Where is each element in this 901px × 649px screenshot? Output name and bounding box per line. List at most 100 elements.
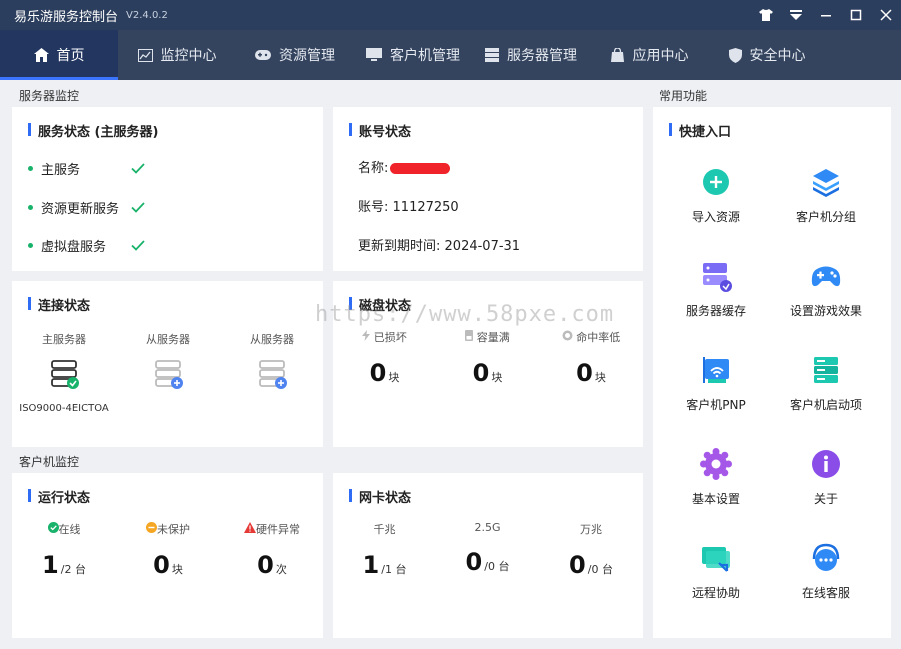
tab-home[interactable]: 首页 — [0, 30, 118, 80]
redacted-name — [390, 163, 451, 174]
quick-server-cache[interactable]: 服务器缓存 — [661, 259, 771, 319]
menu-dropdown-icon[interactable] — [781, 0, 811, 30]
quick-client-startup[interactable]: 客户机启动项 — [771, 353, 881, 413]
disk-full-icon — [465, 330, 474, 341]
quick-entry-card: 快捷入口 导入资源 客户机分组 服务器缓存 设置游戏效果 客户机PNP 客户机启… — [653, 107, 891, 638]
disk-damaged: 已损坏 0块 — [333, 329, 436, 387]
server-id: ISO9000-4EICTOA — [19, 403, 109, 414]
quick-label: 客户机分组 — [795, 210, 856, 224]
expire-date-value: 2024-07-31 — [444, 239, 521, 254]
minimize-button[interactable] — [811, 0, 841, 30]
nic-10g: 万兆 0/0 台 — [539, 521, 643, 579]
run-online: 在线 1/2 台 — [12, 521, 116, 579]
status-dot — [28, 166, 33, 171]
nic-value: 1 — [362, 551, 380, 579]
server-label: 从服务器 — [250, 333, 294, 346]
run-unit: /2 台 — [60, 563, 86, 576]
run-unit: 次 — [275, 563, 287, 576]
shield-icon — [728, 47, 742, 63]
account-status-card: 账号状态 名称: 账号: 11127250 更新到期时间: 2024-07-31 — [333, 107, 643, 271]
tab-label: 应用中心 — [632, 48, 689, 64]
nic-gigabit: 千兆 1/1 台 — [333, 521, 436, 579]
account-number-line: 账号: 11127250 — [358, 196, 459, 215]
check-icon — [131, 240, 145, 251]
headset-icon — [812, 543, 840, 571]
run-status-card: 运行状态 在线 1/2 台 未保护 0块 硬件异常 0次 — [12, 473, 323, 638]
quick-label: 导入资源 — [691, 210, 740, 224]
tab-label: 安全中心 — [749, 48, 806, 64]
run-label: 未保护 — [157, 523, 190, 536]
quick-about[interactable]: 关于 — [771, 447, 881, 507]
skin-icon[interactable] — [751, 0, 781, 30]
network-card-icon — [703, 357, 729, 383]
plus-circle-icon — [703, 169, 729, 195]
server-rack-icon — [814, 357, 838, 383]
tab-app-center[interactable]: 应用中心 — [590, 30, 708, 80]
check-circle-icon — [47, 522, 59, 533]
tab-label: 首页 — [56, 48, 85, 64]
gamepad-icon — [811, 266, 841, 287]
watermark-text: https://www.58pxe.com — [315, 302, 615, 327]
run-value: 1 — [42, 551, 59, 579]
run-value: 0 — [153, 551, 170, 579]
warning-icon — [244, 522, 256, 533]
card-title: 运行状态 — [28, 487, 90, 506]
quick-import-resource[interactable]: 导入资源 — [661, 165, 771, 225]
quick-client-group[interactable]: 客户机分组 — [771, 165, 881, 225]
service-name: 虚拟盘服务 — [41, 240, 107, 255]
quick-online-service[interactable]: 在线客服 — [771, 541, 881, 601]
gamepad-icon — [255, 50, 271, 60]
nic-unit: /0 台 — [587, 563, 613, 576]
nic-label: 万兆 — [580, 523, 602, 536]
tab-label: 资源管理 — [279, 48, 335, 64]
tab-resource-management[interactable]: 资源管理 — [236, 30, 354, 80]
card-title: 连接状态 — [28, 295, 90, 314]
quick-remote-assist[interactable]: 远程协助 — [661, 541, 771, 601]
server-slave-1[interactable]: 从服务器 — [116, 331, 220, 395]
tab-monitor-center[interactable]: 监控中心 — [118, 30, 236, 80]
info-icon — [812, 450, 840, 478]
tab-label: 监控中心 — [160, 48, 217, 64]
run-hardware-error: 硬件异常 0次 — [220, 521, 324, 579]
quick-label: 基本设置 — [691, 492, 740, 506]
card-title: 服务状态 (主服务器) — [28, 121, 158, 140]
nic-value: 0 — [569, 551, 586, 579]
nic-unit: /1 台 — [381, 563, 407, 576]
main-nav: 首页 监控中心 资源管理 客户机管理 服务器管理 应用中心 安全中心 — [0, 30, 901, 80]
service-row: 主服务 — [28, 159, 145, 178]
quick-label: 关于 — [813, 492, 838, 506]
quick-client-pnp[interactable]: 客户机PNP — [661, 353, 771, 413]
disk-label: 容量满 — [476, 331, 510, 344]
status-dot — [28, 205, 33, 210]
quick-label: 客户机启动项 — [789, 398, 862, 412]
layers-icon — [813, 169, 839, 197]
server-icon — [485, 48, 499, 62]
quick-game-effect[interactable]: 设置游戏效果 — [771, 259, 881, 319]
server-online-icon — [51, 360, 79, 389]
home-icon — [33, 48, 49, 62]
account-number-value: 11127250 — [392, 200, 459, 215]
server-main[interactable]: 主服务器 ISO9000-4EICTOA — [12, 331, 116, 414]
service-name: 资源更新服务 — [41, 202, 120, 217]
maximize-button[interactable] — [841, 0, 871, 30]
disk-unit: 块 — [388, 371, 400, 384]
run-value: 0 — [257, 551, 274, 579]
tab-label: 客户机管理 — [390, 48, 460, 64]
status-dot — [28, 243, 33, 248]
card-title: 快捷入口 — [669, 121, 731, 140]
disk-value: 0 — [369, 359, 387, 387]
tab-server-management[interactable]: 服务器管理 — [472, 30, 590, 80]
tab-client-management[interactable]: 客户机管理 — [354, 30, 472, 80]
common-functions-label: 常用功能 — [659, 89, 708, 103]
server-label: 主服务器 — [42, 333, 86, 346]
gear-icon — [700, 448, 732, 480]
disk-label: 已损坏 — [373, 331, 407, 344]
check-icon — [131, 202, 145, 213]
service-name: 主服务 — [41, 163, 81, 178]
quick-basic-settings[interactable]: 基本设置 — [661, 447, 771, 507]
tab-security-center[interactable]: 安全中心 — [708, 30, 826, 80]
server-add-icon — [259, 360, 287, 389]
server-label: 从服务器 — [146, 333, 190, 346]
close-button[interactable] — [871, 0, 901, 30]
server-slave-2[interactable]: 从服务器 — [220, 331, 324, 395]
